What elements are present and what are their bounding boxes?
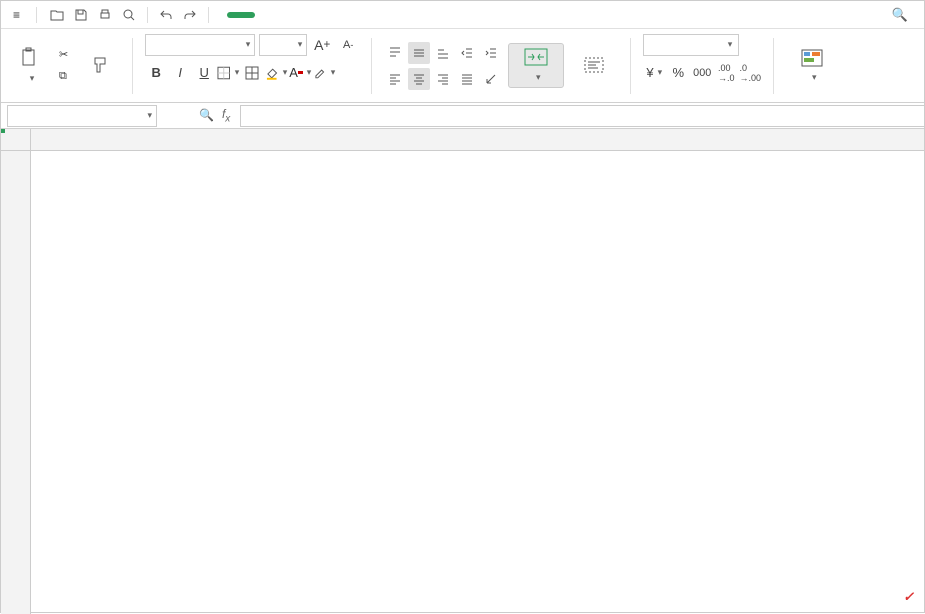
brush-icon [90, 54, 112, 76]
tab-view[interactable] [375, 11, 399, 19]
tab-formula[interactable] [303, 11, 327, 19]
decrease-decimal-icon[interactable]: .0→.00 [739, 62, 761, 84]
fill-color-button[interactable]: ▾ [265, 62, 287, 84]
border-button[interactable]: ▾ [217, 62, 239, 84]
scissors-icon: ✂ [59, 48, 68, 61]
styles-group: ▾ [786, 34, 838, 98]
percent-icon[interactable]: % [667, 62, 689, 84]
font-name-select[interactable]: ▾ [145, 34, 255, 56]
formula-bar[interactable] [240, 105, 924, 127]
increase-indent-icon[interactable] [480, 42, 502, 64]
undo-icon[interactable] [156, 5, 176, 25]
alignment-group: ▾ [384, 34, 618, 98]
align-top-icon[interactable] [384, 42, 406, 64]
spreadsheet-grid [1, 129, 924, 614]
print-icon[interactable] [95, 5, 115, 25]
fx-icon[interactable]: fx [222, 107, 230, 124]
ribbon-tabs [227, 11, 471, 19]
paste-icon [19, 47, 41, 69]
merge-center-button[interactable]: ▾ [508, 43, 564, 88]
formula-bar-row: ▾ 🔍 fx [1, 103, 924, 129]
clipboard-group: ▾ ✂ ⧉ [11, 34, 120, 98]
search-command[interactable]: 🔍 [886, 5, 918, 25]
cut-button[interactable]: ✂ [55, 45, 76, 65]
ribbon: ▾ ✂ ⧉ ▾ ▾ A+ A- B I U ▾ ▾ A▾ ▾ [1, 29, 924, 103]
number-format-select[interactable]: ▾ [643, 34, 739, 56]
name-box[interactable]: ▾ [7, 105, 157, 127]
save-icon[interactable] [71, 5, 91, 25]
number-group: ▾ ¥▾ % 000 .00→.0 .0→.00 [643, 34, 761, 98]
tab-data[interactable] [327, 11, 351, 19]
copy-icon: ⧉ [59, 70, 67, 83]
increase-font-icon[interactable]: A+ [311, 34, 333, 56]
row-headers [1, 151, 31, 614]
tab-insert[interactable] [255, 11, 279, 19]
paste-button[interactable]: ▾ [11, 36, 49, 96]
watermark: ✓ [899, 588, 914, 606]
redo-icon[interactable] [180, 5, 200, 25]
copy-button[interactable]: ⧉ [55, 67, 76, 87]
borders-all-icon[interactable] [241, 62, 263, 84]
tab-home[interactable] [227, 12, 255, 18]
align-middle-icon[interactable] [408, 42, 430, 64]
justify-icon[interactable] [456, 68, 478, 90]
font-group: ▾ ▾ A+ A- B I U ▾ ▾ A▾ ▾ [145, 34, 359, 98]
decrease-indent-icon[interactable] [456, 42, 478, 64]
decrease-font-icon[interactable]: A- [337, 34, 359, 56]
tab-security[interactable] [399, 11, 423, 19]
file-menu[interactable]: ≡ [7, 6, 30, 24]
underline-button[interactable]: U [193, 62, 215, 84]
bold-button[interactable]: B [145, 62, 167, 84]
menu-icon: ≡ [13, 8, 20, 22]
column-headers [31, 129, 924, 151]
merge-icon [524, 48, 548, 68]
quick-access-toolbar [47, 5, 213, 25]
format-painter-button[interactable] [82, 36, 120, 96]
font-size-select[interactable]: ▾ [259, 34, 307, 56]
increase-decimal-icon[interactable]: .00→.0 [715, 62, 737, 84]
zoom-icon[interactable]: 🔍 [199, 108, 214, 122]
comma-icon[interactable]: 000 [691, 62, 713, 84]
tab-devtools[interactable] [423, 11, 447, 19]
align-left-icon[interactable] [384, 68, 406, 90]
tab-review[interactable] [351, 11, 375, 19]
highlight-button[interactable]: ▾ [313, 62, 335, 84]
align-center-icon[interactable] [408, 68, 430, 90]
align-right-icon[interactable] [432, 68, 454, 90]
align-bottom-icon[interactable] [432, 42, 454, 64]
search-icon: 🔍 [892, 7, 908, 23]
cond-format-icon [800, 48, 824, 68]
select-all-corner[interactable] [1, 129, 31, 151]
italic-button[interactable]: I [169, 62, 191, 84]
tab-special[interactable] [447, 11, 471, 19]
wrap-text-button[interactable] [570, 52, 618, 80]
conditional-format-button[interactable]: ▾ [786, 44, 838, 87]
menu-bar: ≡ 🔍 [1, 1, 924, 29]
cells-area[interactable] [31, 151, 924, 614]
preview-icon[interactable] [119, 5, 139, 25]
tab-layout[interactable] [279, 11, 303, 19]
wrap-icon [583, 56, 605, 74]
font-color-button[interactable]: A▾ [289, 62, 311, 84]
currency-icon[interactable]: ¥▾ [643, 62, 665, 84]
open-icon[interactable] [47, 5, 67, 25]
orientation-icon[interactable] [480, 68, 502, 90]
